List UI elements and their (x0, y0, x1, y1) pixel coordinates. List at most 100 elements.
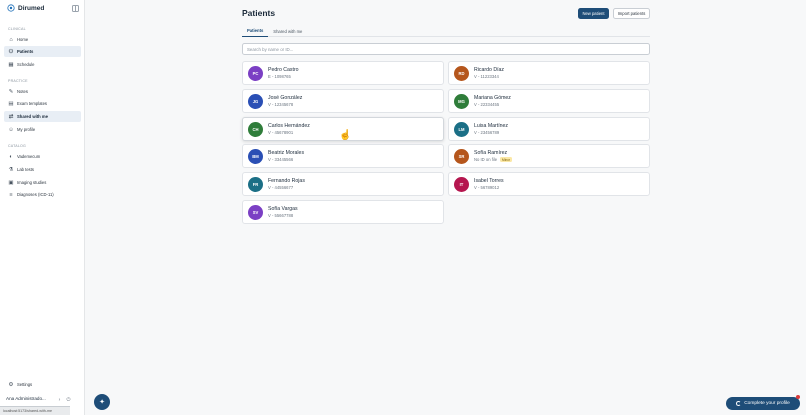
patient-id-row: V - 45678901 (268, 130, 310, 135)
minor-badge: Minor (500, 157, 513, 163)
patient-card[interactable]: BM Beatriz Morales V - 33445566 (242, 144, 444, 168)
sidebar-item-exam-templates[interactable]: ▤ Exam templates (4, 98, 81, 109)
dna-logo-icon (7, 4, 15, 12)
sidebar: Dirumed CLINICAL ⌂ Home ⚇ Patients ▦ Sch… (0, 0, 85, 415)
patient-id: V - 44556677 (268, 185, 294, 191)
tab-shared-with-me[interactable]: Shared with me (268, 25, 307, 37)
patient-card[interactable]: LM Luisa Martínez V - 23456789 (448, 117, 650, 141)
sidebar-item-label: Settings (17, 382, 33, 387)
patient-card[interactable]: MG Mariana Gómez V - 22334455 (448, 89, 650, 113)
sidebar-item-label: Exam templates (17, 101, 48, 106)
avatar: MG (454, 93, 469, 109)
logout-icon[interactable]: ⏻ (66, 397, 71, 403)
patient-id: V - 55667788 (268, 213, 294, 219)
patient-name: Isabel Torres (474, 177, 504, 184)
patient-info: Luisa Martínez V - 23456789 (474, 123, 508, 136)
sidebar-item-label: Home (17, 37, 29, 42)
app-logo[interactable]: Dirumed (7, 4, 44, 12)
avatar: CH (248, 121, 263, 137)
patient-info: Fernando Rojas V - 44556677 (268, 178, 305, 191)
sidebar-item-diagnoses[interactable]: ≡ Diagnoses (ICD-11) (4, 189, 81, 200)
section-label-clinical: CLINICAL (8, 27, 26, 31)
patient-id-row: No ID on file Minor (474, 157, 513, 163)
patient-info: Mariana Gómez V - 22334455 (474, 95, 511, 108)
patient-card[interactable]: JG José González V - 12345678 (242, 89, 444, 113)
sidebar-item-home[interactable]: ⌂ Home (4, 34, 81, 45)
patient-card[interactable]: FR Fernando Rojas V - 44556677 (242, 172, 444, 196)
import-patients-button[interactable]: Import patients (613, 8, 650, 19)
patient-id-row: V - 56789012 (474, 185, 504, 190)
patient-id-row: V - 23456789 (474, 130, 508, 135)
tab-patients[interactable]: Patients (242, 25, 269, 37)
patient-id: V - 45678901 (268, 130, 294, 136)
patient-name: Carlos Hernández (268, 122, 310, 129)
new-patient-button[interactable]: New patient (578, 8, 609, 19)
pill-icon: ◐ (9, 153, 13, 160)
assistant-button[interactable]: ✦ (94, 394, 110, 410)
document-icon: ▤ (8, 100, 14, 107)
patient-card[interactable]: IT Isabel Torres V - 56789012 (448, 172, 650, 196)
section-label-practice: PRACTICE (8, 79, 28, 83)
avatar: RD (454, 65, 469, 81)
sidebar-item-lab-tests[interactable]: ⚗ Lab tests (4, 164, 81, 175)
sidebar-item-settings[interactable]: ⚙ Settings (4, 379, 81, 390)
chevron-icon[interactable]: › (57, 397, 62, 403)
patient-name: Sofía Vargas (268, 205, 298, 212)
patient-id: V - 12345678 (268, 102, 294, 108)
avatar: FR (248, 176, 263, 192)
patient-id-row: V - 33445566 (268, 157, 304, 162)
sidebar-item-notes[interactable]: ✎ Notes (4, 86, 81, 97)
search-box[interactable] (242, 43, 650, 55)
shared-icon: ⇄ (8, 113, 14, 120)
patient-id: V - 33445566 (268, 157, 294, 163)
sidebar-item-label: Diagnoses (ICD-11) (17, 192, 54, 197)
patient-card[interactable]: SR Sofía Ramírez No ID on file Minor (448, 144, 650, 168)
gear-icon: ⚙ (8, 381, 14, 388)
patient-card[interactable]: SV Sofía Vargas V - 55667788 (242, 200, 444, 224)
patient-name: Ricardo Díaz (474, 66, 504, 73)
sidebar-item-imaging-studies[interactable]: ▣ Imaging studies (4, 177, 81, 188)
avatar: PC (248, 65, 263, 81)
collapse-sidebar-icon[interactable] (72, 5, 79, 12)
patient-id: V - 11223344 (474, 74, 499, 80)
sidebar-item-label: Schedule (17, 62, 35, 67)
search-input[interactable] (247, 46, 649, 52)
user-icon: ☺ (8, 126, 14, 133)
avatar: JG (248, 93, 263, 109)
patient-card[interactable]: PC Pedro Castro E - 1098765 (242, 61, 444, 85)
patient-id-row: V - 55667788 (268, 213, 298, 218)
sidebar-item-label: Imaging studies (17, 180, 47, 185)
home-icon: ⌂ (9, 36, 13, 43)
patient-info: Sofía Vargas V - 55667788 (268, 206, 298, 219)
section-label-catalog: CATALOG (8, 144, 27, 148)
sidebar-item-vademecum[interactable]: ◐ Vademecum (4, 151, 81, 162)
avatar: SV (248, 204, 263, 220)
avatar: BM (248, 148, 263, 164)
avatar: LM (454, 121, 469, 137)
complete-profile-button[interactable]: Complete your profile (726, 397, 800, 410)
patient-id-row: V - 11223344 (474, 74, 504, 79)
patient-card[interactable]: RD Ricardo Díaz V - 11223344 (448, 61, 650, 85)
sidebar-item-shared-with-me[interactable]: ⇄ Shared with me (4, 111, 81, 122)
patient-name: Mariana Gómez (474, 94, 511, 101)
patient-name: Luisa Martínez (474, 122, 509, 129)
sparkle-icon: ✦ (99, 399, 105, 406)
hand-cursor-icon: ☝ (339, 130, 352, 141)
sidebar-item-label: Vademecum (17, 154, 41, 159)
patient-info: Carlos Hernández V - 45678901 (268, 123, 310, 136)
sidebar-item-schedule[interactable]: ▦ Schedule (4, 59, 81, 70)
patient-id-row: V - 12345678 (268, 102, 302, 107)
avatar: IT (454, 176, 469, 192)
notification-dot (796, 395, 800, 399)
image-icon: ▣ (8, 179, 14, 186)
patient-id: No ID on file (474, 157, 498, 163)
sidebar-item-label: Patients (17, 49, 34, 54)
sidebar-item-my-profile[interactable]: ☺ My profile (4, 124, 81, 135)
sidebar-item-label: Shared with me (17, 114, 48, 119)
patient-name: Fernando Rojas (268, 177, 305, 184)
tab-bar: Patients Shared with me (242, 25, 650, 37)
patient-id: V - 56789012 (474, 185, 500, 191)
patient-info: Pedro Castro E - 1098765 (268, 67, 299, 80)
patient-name: Pedro Castro (268, 66, 299, 73)
sidebar-item-patients[interactable]: ⚇ Patients (4, 46, 81, 57)
